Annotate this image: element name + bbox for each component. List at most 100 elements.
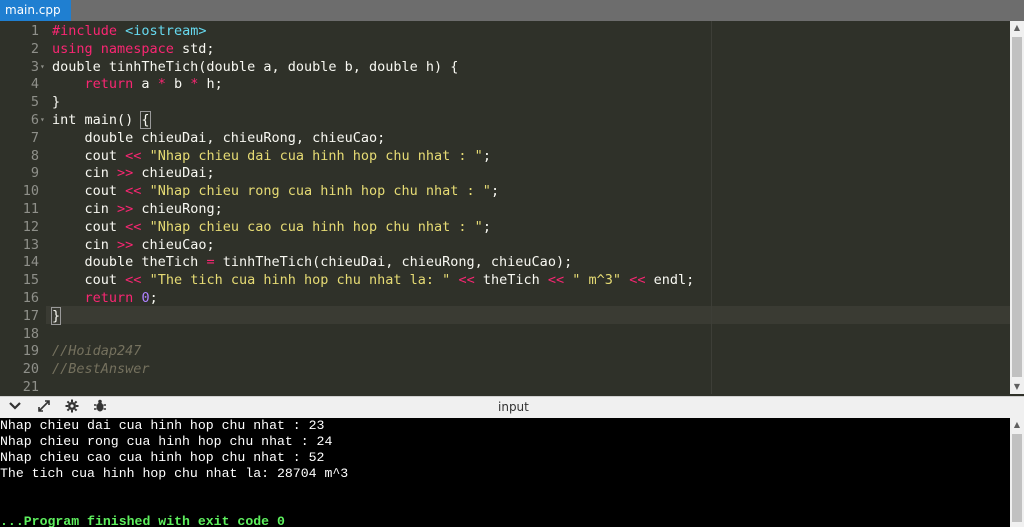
operator-token: << <box>458 272 475 289</box>
line-number: 7 <box>30 129 39 146</box>
line-number: 19 <box>22 343 39 360</box>
code-line: cin >> chieuDai; <box>52 165 215 183</box>
code-text: endl; <box>645 272 695 289</box>
keyword-token: return <box>84 76 134 93</box>
code-text: h; <box>198 76 223 93</box>
code-line: using namespace std; <box>52 41 215 59</box>
comment-line: //BestAnswer <box>52 361 150 378</box>
line-number-gutter: 1 2 3 ▾ 4 5 6 ▾ 7 8 9 10 11 12 13 14 15 … <box>0 21 46 394</box>
code-line: return a * b * h; <box>52 76 223 94</box>
code-text: int main() <box>52 112 142 128</box>
operator-token: = <box>206 254 215 271</box>
code-line: double theTich = tinhTheTich(chieuDai, c… <box>52 254 573 272</box>
code-line: double chieuDai, chieuRong, chieuCao; <box>52 129 386 146</box>
line-number: 17 <box>22 307 39 324</box>
code-text: cout <box>52 147 126 164</box>
operator-token: << <box>629 272 646 289</box>
code-text: ; <box>149 290 158 306</box>
io-toolbar: input <box>0 396 1024 419</box>
line-number: 9 <box>30 165 39 182</box>
line-number: 10 <box>22 183 39 200</box>
code-text: tinhTheTich(chieuDai, chieuRong, chieuCa… <box>214 254 573 271</box>
code-text: ; <box>490 183 500 200</box>
line-number: 20 <box>22 361 39 378</box>
program-finished-message: ...Program finished with exit code 0 <box>0 514 285 527</box>
line-number: 21 <box>22 379 39 394</box>
line-number: 14 <box>22 254 39 271</box>
operator-token: >> <box>117 236 134 253</box>
operator-token: << <box>125 218 142 235</box>
code-line: } <box>52 94 61 111</box>
expand-icon[interactable] <box>35 399 53 417</box>
operator-token: << <box>125 147 142 164</box>
code-text: ; <box>482 218 491 235</box>
code-line: int main() { <box>52 111 151 130</box>
keyword-token: return <box>84 290 134 306</box>
console-line: Nhap chieu dai cua hinh hop chu nhat : 2… <box>0 418 325 433</box>
fold-arrow-icon[interactable]: ▾ <box>40 115 45 124</box>
line-number: 16 <box>22 290 39 306</box>
line-number: 13 <box>22 236 39 253</box>
line-number: 3 <box>30 58 39 75</box>
code-text: cin <box>52 201 118 217</box>
print-margin <box>711 21 712 394</box>
code-line: cout << "Nhap chieu rong cua hinh hop ch… <box>52 183 500 201</box>
scrollbar-thumb[interactable] <box>1012 37 1022 377</box>
console-output[interactable]: Nhap chieu dai cua hinh hop chu nhat : 2… <box>0 418 1010 527</box>
console-line: The tich cua hinh hop chu nhat la: 28704… <box>0 466 349 481</box>
line-number: 15 <box>22 272 39 289</box>
scroll-down-arrow-icon[interactable]: ▼ <box>1010 380 1024 394</box>
operator-token: << <box>125 272 142 289</box>
tab-main-cpp[interactable]: main.cpp <box>0 0 71 21</box>
console-line: Nhap chieu cao cua hinh hop chu nhat : 5… <box>0 450 325 465</box>
string-token: " m^3" <box>572 272 622 289</box>
tab-bar: main.cpp <box>0 0 1024 21</box>
code-text: chieuCao; <box>133 236 215 253</box>
operator-token: << <box>125 183 142 200</box>
code-text: cin <box>52 236 118 253</box>
code-line: cout << "Nhap chieu cao cua hinh hop chu… <box>52 219 491 237</box>
code-line: cin >> chieuCao; <box>52 237 215 255</box>
scroll-up-arrow-icon[interactable]: ▲ <box>1010 21 1024 35</box>
scroll-up-arrow-icon[interactable]: ▲ <box>1010 418 1024 432</box>
line-number: 11 <box>22 201 39 217</box>
line-number: 4 <box>30 76 39 93</box>
code-line: #include <iostream> <box>52 23 206 41</box>
code-line: double tinhTheTich(double a, double b, d… <box>52 58 459 75</box>
preprocessor-token: #include <box>52 23 118 39</box>
code-text: cout <box>52 183 126 200</box>
code-line: cin >> chieuRong; <box>52 201 223 219</box>
code-line: return 0; <box>52 290 158 308</box>
scrollbar-thumb[interactable] <box>1012 434 1022 522</box>
string-token: "The tich cua hinh hop chu nhat la: " <box>149 272 451 289</box>
string-token: "Nhap chieu rong cua hinh hop chu nhat :… <box>149 183 491 200</box>
line-number: 8 <box>30 147 39 164</box>
console-scrollbar[interactable]: ▲ <box>1010 418 1024 527</box>
line-number: 12 <box>22 218 39 235</box>
active-line-highlight <box>46 305 1010 324</box>
gear-icon[interactable] <box>63 399 81 417</box>
code-text: double theTich <box>52 254 207 271</box>
code-editor[interactable]: 1 2 3 ▾ 4 5 6 ▾ 7 8 9 10 11 12 13 14 15 … <box>0 21 1010 394</box>
line-number: 2 <box>30 40 39 57</box>
comment-line: //Hoidap247 <box>52 343 142 360</box>
keyword-token: using namespace <box>52 40 174 57</box>
line-number: 5 <box>30 94 39 111</box>
debug-icon[interactable] <box>91 399 109 417</box>
chevron-down-icon[interactable] <box>6 399 24 417</box>
number-token: 0 <box>141 290 150 306</box>
fold-arrow-icon[interactable]: ▾ <box>40 62 45 71</box>
matching-brace: } <box>50 306 62 325</box>
string-token: "Nhap chieu dai cua hinh hop chu nhat : … <box>149 147 483 164</box>
code-text: ; <box>482 147 491 164</box>
operator-token: >> <box>117 201 134 217</box>
code-text: cout <box>52 272 126 289</box>
editor-scrollbar[interactable]: ▲ ▼ <box>1010 21 1024 394</box>
string-token: "Nhap chieu cao cua hinh hop chu nhat : … <box>149 218 483 235</box>
code-text: cout <box>52 218 126 235</box>
line-number: 18 <box>22 325 39 342</box>
line-number: 1 <box>30 23 39 39</box>
